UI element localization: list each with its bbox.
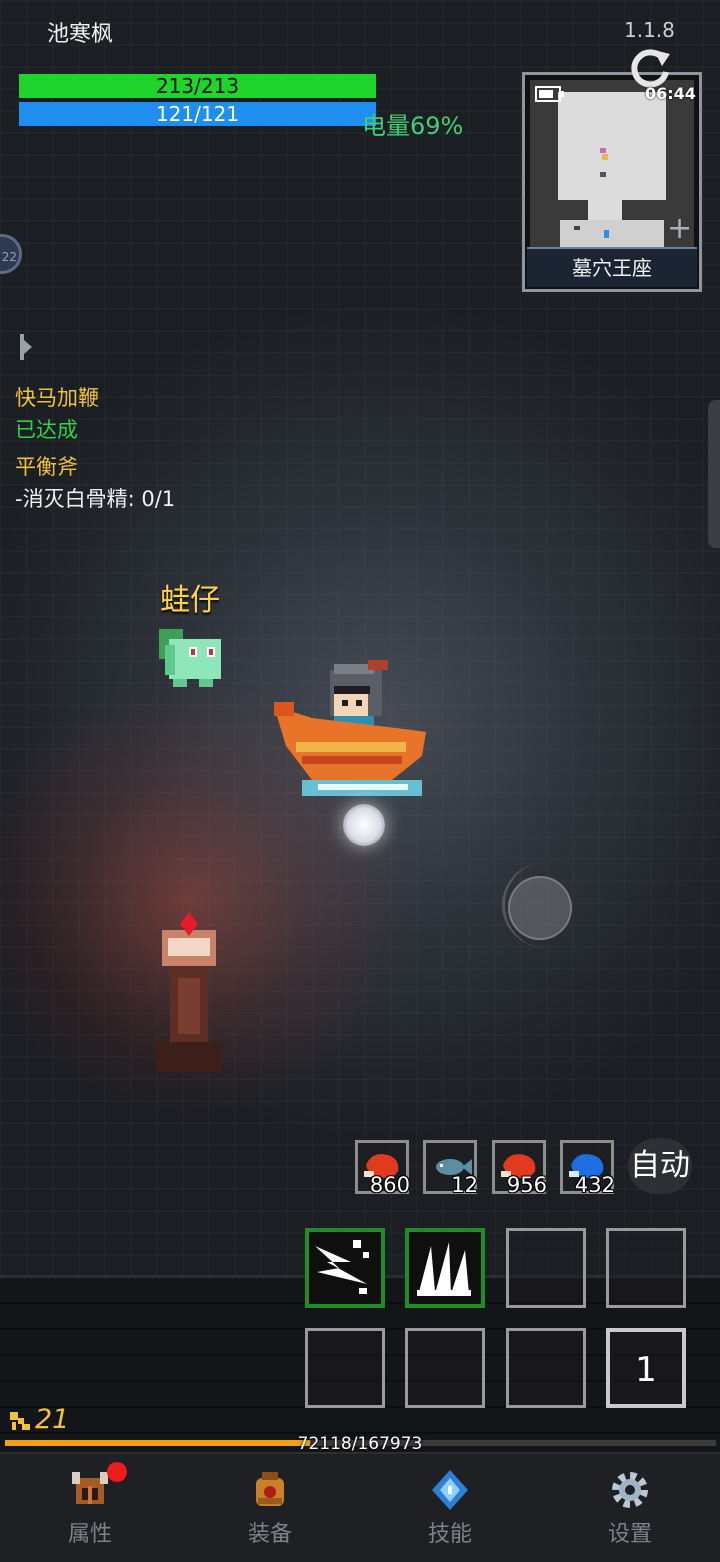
nav-label: 属性 xyxy=(67,1522,112,1547)
skill-slot-empty[interactable] xyxy=(405,1328,485,1408)
skill-slot[interactable] xyxy=(405,1228,485,1308)
potion-count: 860 xyxy=(369,1173,410,1197)
skill-slot-empty[interactable] xyxy=(305,1328,385,1408)
potion-count: 956 xyxy=(506,1173,547,1197)
skill-slot-empty[interactable] xyxy=(506,1328,586,1408)
frog-pet-sprite[interactable] xyxy=(155,625,227,691)
nav-attributes[interactable]: 属性 xyxy=(0,1454,180,1562)
potion-count: 12 xyxy=(451,1173,478,1197)
battery-status: 电量69% xyxy=(362,112,464,140)
crystal-icon xyxy=(432,1470,468,1510)
potion-quick-slot[interactable]: 1 xyxy=(606,1328,686,1408)
pet-name: 蛙仔 xyxy=(160,583,220,618)
skill-slot[interactable] xyxy=(305,1228,385,1308)
hp-text: 213/213 xyxy=(155,74,240,98)
clock: 06:44 xyxy=(645,84,696,103)
notification-dot xyxy=(107,1462,127,1482)
version-label: 1.1.8 xyxy=(624,18,675,42)
skill-slot-empty[interactable] xyxy=(506,1228,586,1308)
backpack-icon xyxy=(256,1472,284,1506)
minimap[interactable]: 墓穴王座 xyxy=(522,72,702,292)
collapse-arrow-icon[interactable] xyxy=(18,332,34,362)
nav-settings[interactable]: 设置 xyxy=(540,1454,720,1562)
gear-icon xyxy=(612,1472,648,1508)
battery-icon xyxy=(535,86,564,102)
potion-slot[interactable]: 860 xyxy=(355,1140,410,1197)
quest-progress: -消灭白骨精: 0/1 xyxy=(15,487,176,511)
nav-label: 设置 xyxy=(607,1522,652,1547)
nav-skills[interactable]: 技能 xyxy=(360,1454,540,1562)
quest-title[interactable]: 快马加鞭 xyxy=(15,382,99,412)
hero-on-dragon-boat-sprite[interactable] xyxy=(272,656,430,800)
nav-equipment[interactable]: 装备 xyxy=(180,1454,360,1562)
skill-slot-empty[interactable] xyxy=(606,1228,686,1308)
nav-label: 技能 xyxy=(427,1522,472,1547)
quest-title[interactable]: 平衡斧 xyxy=(15,451,78,481)
light-orb xyxy=(343,804,385,846)
slash-skill-icon xyxy=(315,1240,369,1294)
potion-slot[interactable]: 956 xyxy=(492,1140,547,1197)
potion-slot[interactable]: 12 xyxy=(423,1140,478,1197)
location-name: 墓穴王座 xyxy=(527,247,697,287)
potion-slot[interactable]: 432 xyxy=(560,1140,615,1197)
nav-label: 装备 xyxy=(247,1522,292,1547)
mp-bar: 121/121 xyxy=(19,102,376,126)
xp-text: 72118/167973 xyxy=(297,1434,423,1454)
quest-status: 已达成 xyxy=(15,418,78,442)
player-name: 池寒枫 xyxy=(47,22,114,47)
level-number: 21 xyxy=(35,1404,70,1435)
claw-skill-icon xyxy=(417,1242,471,1296)
quick-slot-number: 1 xyxy=(635,1350,657,1390)
shrine-totem-sprite[interactable] xyxy=(150,912,228,1074)
helmet-icon xyxy=(72,1472,108,1504)
mp-text: 121/121 xyxy=(155,102,240,126)
minimap-expand-icon[interactable]: + xyxy=(667,214,692,244)
auto-button[interactable]: 自动 xyxy=(628,1138,692,1194)
side-drawer-handle[interactable] xyxy=(708,400,720,548)
potion-count: 432 xyxy=(574,1173,615,1197)
hp-bar: 213/213 xyxy=(19,74,376,98)
bottom-nav: 属性 装备 技能 设置 xyxy=(0,1452,720,1562)
virtual-joystick[interactable] xyxy=(508,876,572,940)
level-icon xyxy=(10,1412,30,1430)
